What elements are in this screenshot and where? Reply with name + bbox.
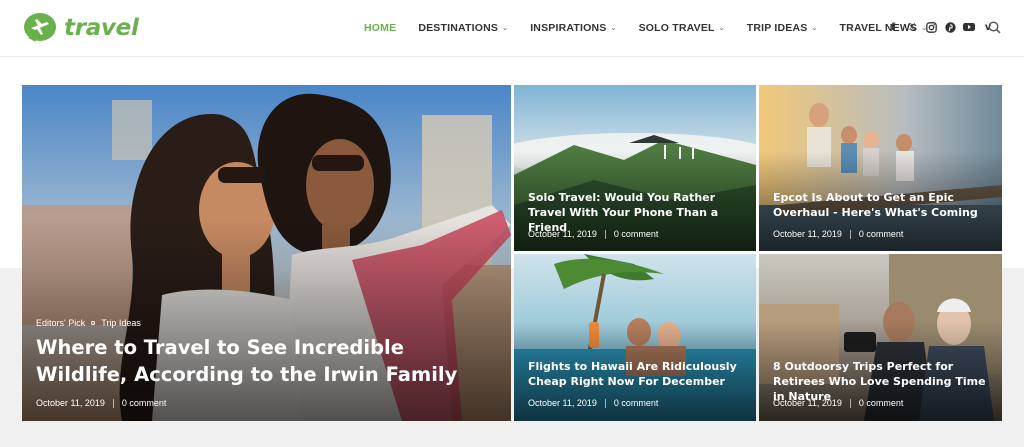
post-meta: October 11, 2019 0 comment — [36, 398, 166, 408]
nav-label: TRIP IDEAS — [746, 22, 808, 34]
meta-divider — [849, 229, 851, 239]
nav-item-home[interactable]: HOME — [364, 22, 396, 34]
post-card[interactable]: Epcot Is About to Get an Epic Overhaul -… — [759, 85, 1002, 251]
post-title[interactable]: Flights to Hawaii Are Ridiculously Cheap… — [528, 360, 748, 390]
pinterest-icon[interactable] — [944, 21, 956, 33]
chevron-down-icon: ⌄ — [811, 25, 818, 32]
nav-label: HOME — [364, 22, 397, 34]
nav-label: SOLO TRAVEL — [638, 22, 715, 34]
featured-post-title[interactable]: Where to Travel to See Incredible Wildli… — [36, 334, 496, 389]
post-comments[interactable]: 0 comment — [122, 398, 167, 408]
nav-item-inspirations[interactable]: INSPIRATIONS ⌄ — [530, 22, 616, 34]
post-comments[interactable]: 0 comment — [859, 229, 904, 239]
nav-label: DESTINATIONS — [418, 22, 499, 34]
chevron-down-icon: ⌄ — [718, 25, 725, 32]
nav-item-destinations[interactable]: DESTINATIONS ⌄ — [418, 22, 508, 34]
main-nav: HOME DESTINATIONS ⌄ INSPIRATIONS ⌄ SOLO TR… — [364, 22, 949, 34]
post-meta: October 11, 2019 0 comment — [528, 398, 658, 408]
post-card[interactable]: Solo Travel: Would You Rather Travel Wit… — [514, 85, 756, 251]
post-date: October 11, 2019 — [773, 398, 842, 408]
post-meta: October 11, 2019 0 comment — [528, 229, 658, 239]
post-date: October 11, 2019 — [36, 398, 105, 408]
post-date: October 11, 2019 — [773, 229, 842, 239]
meta-divider — [604, 398, 606, 408]
featured-post-card[interactable]: Editors' Pick Trip Ideas Where to Travel… — [22, 85, 511, 421]
meta-divider — [849, 398, 851, 408]
post-title[interactable]: Epcot Is About to Get an Epic Overhaul -… — [773, 191, 993, 221]
x-icon[interactable]: 𝕏 — [906, 21, 918, 33]
post-comments[interactable]: 0 comment — [859, 398, 904, 408]
category-link[interactable]: Trip Ideas — [101, 318, 141, 328]
post-categories: Editors' Pick Trip Ideas — [36, 318, 141, 328]
meta-divider — [112, 398, 114, 408]
post-comments[interactable]: 0 comment — [614, 229, 659, 239]
nav-item-trip-ideas[interactable]: TRIP IDEAS ⌄ — [747, 22, 818, 34]
nav-item-solo-travel[interactable]: SOLO TRAVEL ⌄ — [639, 22, 725, 34]
post-card[interactable]: 8 Outdoorsy Trips Perfect for Retirees W… — [759, 254, 1002, 421]
instagram-icon[interactable] — [925, 21, 937, 33]
post-date: October 11, 2019 — [528, 398, 597, 408]
post-comments[interactable]: 0 comment — [614, 398, 659, 408]
social-links: f 𝕏 v — [887, 21, 994, 33]
separator-dot — [91, 321, 96, 325]
chevron-down-icon: ⌄ — [610, 25, 617, 32]
youtube-icon[interactable] — [963, 21, 975, 33]
nav-label: INSPIRATIONS — [530, 22, 607, 34]
search-icon[interactable] — [988, 21, 1001, 34]
category-link[interactable]: Editors' Pick — [36, 318, 85, 328]
chevron-down-icon: ⌄ — [502, 25, 509, 32]
site-header: travel HOME DESTINATIONS ⌄ INSPIRATIONS ⌄ … — [0, 0, 1024, 57]
site-logo[interactable]: travel — [22, 12, 139, 44]
post-card[interactable]: Flights to Hawaii Are Ridiculously Cheap… — [514, 254, 756, 421]
post-meta: October 11, 2019 0 comment — [773, 398, 903, 408]
post-date: October 11, 2019 — [528, 229, 597, 239]
plane-logo-icon — [24, 13, 56, 42]
post-meta: October 11, 2019 0 comment — [773, 229, 903, 239]
facebook-icon[interactable]: f — [887, 21, 899, 33]
meta-divider — [604, 229, 606, 239]
logo-text: travel — [64, 15, 139, 41]
